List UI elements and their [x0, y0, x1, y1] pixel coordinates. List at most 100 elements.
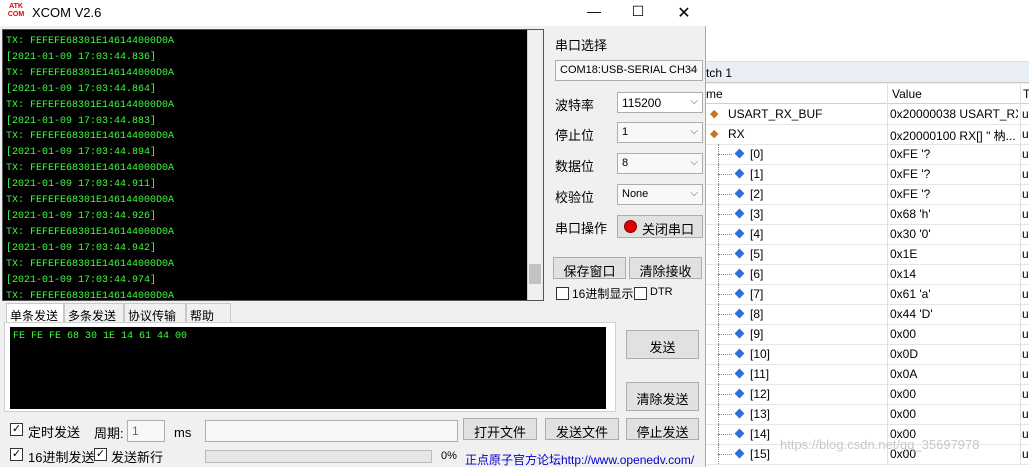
maximize-icon[interactable]: ☐ [624, 3, 652, 23]
send-newline-label: 发送新行 [111, 450, 164, 465]
parity-label: 校验位 [555, 190, 595, 205]
watch-value[interactable]: 0xFE '? [890, 167, 1018, 181]
watch-row[interactable]: [5] 0x1E u [706, 244, 1029, 265]
receive-scroll-thumb[interactable] [529, 264, 541, 284]
element-icon [734, 308, 745, 319]
element-icon [734, 208, 745, 219]
watch-value[interactable]: 0x1E [890, 247, 1018, 261]
element-icon [734, 328, 745, 339]
receive-area[interactable]: TX: FEFEFE68301E146144000D0A [2021-01-09 … [2, 29, 544, 301]
watch-value[interactable]: 0x20000100 RX[] " 枘... [890, 127, 1018, 144]
watch-name: [12] [750, 387, 771, 401]
tx-line: TX: FEFEFE68301E146144000D0A [6, 226, 175, 238]
watch-type: u [1022, 207, 1029, 221]
data-bits-select[interactable]: 8 ⌵ [617, 153, 703, 174]
watch-type: u [1022, 387, 1029, 401]
watch-row[interactable]: [6] 0x14 u [706, 264, 1029, 285]
watch-tab[interactable]: tch 1 [706, 63, 1029, 83]
timed-send-checkbox[interactable]: ✓ [10, 423, 23, 436]
watch-row[interactable]: [0] 0xFE '? u [706, 144, 1029, 165]
send-newline-checkbox[interactable]: ✓ [94, 448, 107, 461]
close-icon[interactable]: ✕ [670, 3, 698, 23]
watch-row[interactable]: [3] 0x68 'h' u [706, 204, 1029, 225]
period-label: 周期: [94, 426, 124, 441]
file-path-input[interactable] [205, 420, 458, 442]
watch-row[interactable]: [10] 0x0D u [706, 344, 1029, 365]
watch-row[interactable]: [4] 0x30 '0' u [706, 224, 1029, 245]
watch-value[interactable]: 0x0D [890, 347, 1018, 361]
element-icon [734, 448, 745, 459]
window-title: XCOM V2.6 [32, 5, 102, 20]
baud-label: 波特率 [555, 98, 595, 113]
watch-row[interactable]: ◆ RX 0x20000100 RX[] " 枘... u [706, 124, 1029, 145]
close-port-button[interactable]: 关闭串口 [617, 215, 703, 238]
chevron-down-icon: ⌵ [690, 188, 698, 199]
send-file-button[interactable]: 发送文件 [545, 418, 619, 440]
watch-value[interactable]: 0x14 [890, 267, 1018, 281]
watch-row[interactable]: [7] 0x61 'a' u [706, 284, 1029, 305]
column-name-header[interactable]: me [706, 87, 723, 101]
send-input[interactable]: FE FE FE 68 30 1E 14 61 44 00 [10, 327, 606, 409]
save-window-button[interactable]: 保存窗口 [553, 257, 626, 279]
watch-row[interactable]: [12] 0x00 u [706, 384, 1029, 405]
hex-send-checkbox[interactable]: ✓ [10, 448, 23, 461]
watch-table: ◆USART_RX_BUF0x20000038 USART_RX...u◆RX0… [706, 104, 1029, 467]
watch-value[interactable]: 0xFE '? [890, 147, 1018, 161]
watch-row[interactable]: [11] 0x0A u [706, 364, 1029, 385]
watch-value[interactable]: 0x20000038 USART_RX... [890, 107, 1018, 121]
watch-value[interactable]: 0x00 [890, 327, 1018, 341]
stop-send-button[interactable]: 停止发送 [626, 418, 699, 440]
stop-bits-select[interactable]: 1 ⌵ [617, 122, 703, 143]
tab-multi-send[interactable]: 多条发送 [64, 303, 124, 323]
tx-line: TX: FEFEFE68301E146144000D0A [6, 131, 175, 143]
tx-line: TX: FEFEFE68301E146144000D0A [6, 67, 175, 79]
watch-value[interactable]: 0x68 'h' [890, 207, 1018, 221]
watch-value[interactable]: 0x44 'D' [890, 307, 1018, 321]
watch-value[interactable]: 0x61 'a' [890, 287, 1018, 301]
watch-row[interactable]: [2] 0xFE '? u [706, 184, 1029, 205]
debugger-top-area [706, 0, 1029, 62]
minimize-icon[interactable]: — [580, 3, 608, 23]
record-icon [624, 220, 637, 233]
watch-row[interactable]: ◆ USART_RX_BUF 0x20000038 USART_RX... u [706, 104, 1029, 125]
tab-single-send[interactable]: 单条发送 [6, 303, 64, 323]
watch-name: USART_RX_BUF [728, 107, 823, 121]
parity-select[interactable]: None ⌵ [617, 184, 703, 205]
watch-type: u [1022, 147, 1029, 161]
port-select[interactable]: COM18:USB-SERIAL CH34 ⌵ [555, 60, 703, 81]
watch-value[interactable]: 0x00 [890, 387, 1018, 401]
dtr-checkbox[interactable] [634, 287, 647, 300]
data-bits-label: 数据位 [555, 159, 595, 174]
watch-row[interactable]: [1] 0xFE '? u [706, 164, 1029, 185]
timestamp-line: [2021-01-09 17:03:44.883] [6, 115, 157, 127]
watch-value[interactable]: 0x00 [890, 407, 1018, 421]
watch-row[interactable]: [8] 0x44 'D' u [706, 304, 1029, 325]
column-type-header[interactable]: T [1023, 87, 1029, 101]
app-logo-icon: ATK COM [7, 3, 25, 18]
column-value-header[interactable]: Value [892, 87, 922, 101]
watch-name: [0] [750, 147, 764, 161]
watch-value[interactable]: 0x30 '0' [890, 227, 1018, 241]
send-tabs: 单条发送 多条发送 协议传输 帮助 [6, 303, 231, 323]
hex-display-checkbox[interactable] [556, 287, 569, 300]
watch-row[interactable]: [13] 0x00 u [706, 404, 1029, 425]
tab-help[interactable]: 帮助 [186, 303, 231, 323]
watch-name: [1] [750, 167, 764, 181]
clear-receive-button[interactable]: 清除接收 [629, 257, 702, 279]
clear-send-button[interactable]: 清除发送 [626, 382, 699, 411]
watch-value[interactable]: 0x0A [890, 367, 1018, 381]
send-button[interactable]: 发送 [626, 330, 699, 359]
baud-select[interactable]: 115200 ⌵ [617, 92, 703, 113]
open-file-button[interactable]: 打开文件 [463, 418, 537, 440]
forum-link[interactable]: 正点原子官方论坛http://www.openedv.com/ [465, 451, 694, 468]
ms-label: ms [174, 425, 192, 440]
watch-value[interactable]: 0xFE '? [890, 187, 1018, 201]
timestamp-line: [2021-01-09 17:03:44.836] [6, 51, 157, 63]
receive-scrollbar[interactable] [527, 30, 543, 300]
close-port-label: 关闭串口 [641, 222, 694, 237]
watch-type: u [1022, 307, 1029, 321]
watch-name: [7] [750, 287, 764, 301]
watch-row[interactable]: [9] 0x00 u [706, 324, 1029, 345]
tab-protocol[interactable]: 协议传输 [124, 303, 186, 323]
period-input[interactable]: 1 [127, 420, 165, 442]
